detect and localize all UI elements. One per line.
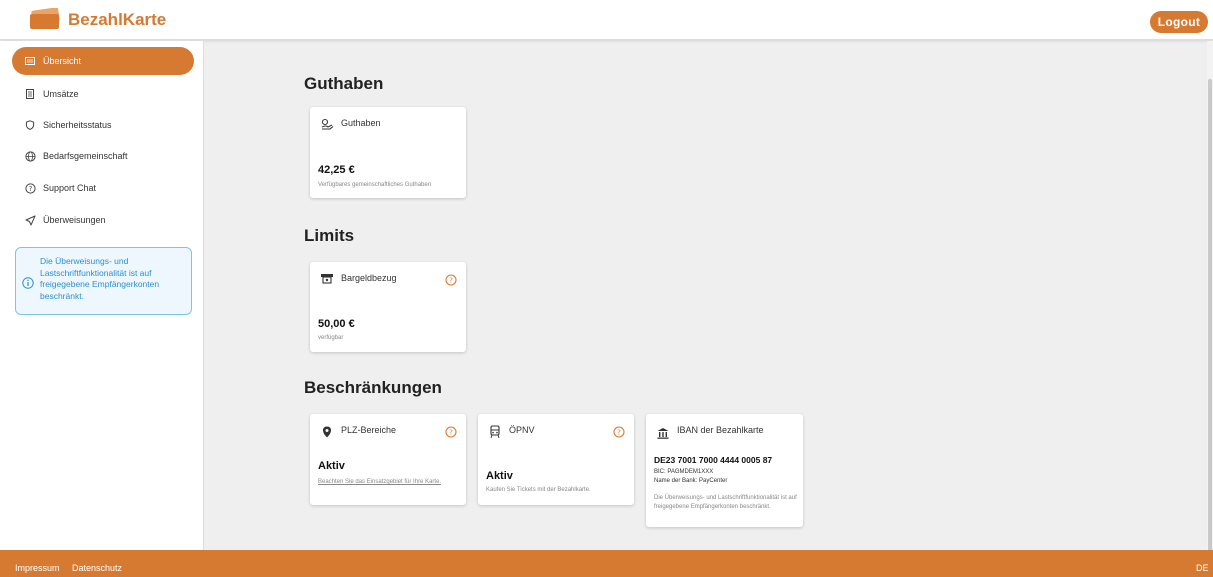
sidebar-item-label: Umsätze [43, 89, 79, 99]
main-scrollbar[interactable] [1207, 41, 1213, 569]
help-icon[interactable]: ? [613, 425, 625, 438]
oepnv-subtitle: Kaufen Sie Tickets mit der Bezahlkarte. [486, 487, 591, 493]
datenschutz-link[interactable]: Datenschutz [72, 563, 122, 573]
card-title: ÖPNV [509, 425, 535, 435]
card-title: Guthaben [341, 118, 381, 128]
sidebar-item-umsaetze[interactable]: Umsätze [12, 80, 194, 108]
balance-amount: 42,25 € [318, 164, 355, 176]
sidebar-item-label: Übersicht [43, 56, 82, 66]
atm-icon [320, 272, 334, 286]
train-icon [488, 425, 502, 439]
plz-card[interactable]: PLZ-Bereiche ? Aktiv Beachten Sie das Ei… [310, 414, 466, 505]
scrollbar-thumb[interactable] [1208, 79, 1212, 569]
sidebar-item-label: Sicherheitsstatus [43, 120, 112, 130]
bank-icon [656, 426, 670, 440]
help-circle-icon: ? [23, 181, 37, 195]
bargeldbezug-card[interactable]: Bargeldbezug ? 50,00 € verfügbar [310, 262, 466, 352]
sidebar-item-label: Überweisungen [43, 215, 106, 225]
list-icon [23, 54, 37, 68]
coin-hand-icon [320, 118, 334, 132]
sidebar-item-label: Bedarfsgemeinschaft [43, 151, 128, 161]
info-alert: Die Überweisungs- und Lastschriftfunktio… [15, 247, 192, 315]
help-icon[interactable]: ? [445, 273, 457, 286]
balance-subtitle: Verfügbares gemeinschaftliches Guthaben [318, 182, 432, 188]
svg-text:?: ? [28, 185, 32, 193]
app-name[interactable]: BezahlKarte [68, 10, 166, 30]
section-title-beschraenkungen: Beschränkungen [304, 378, 442, 397]
svg-text:?: ? [449, 277, 453, 285]
plz-status: Aktiv [318, 460, 345, 472]
plz-link[interactable]: Beachten Sie das Einsatzgebiet für Ihre … [318, 478, 458, 486]
bic-value: BIC: PAGMDEM1XXX [654, 469, 714, 475]
section-title-guthaben: Guthaben [304, 74, 384, 93]
receipt-icon [23, 87, 37, 101]
impressum-link[interactable]: Impressum [15, 563, 60, 573]
sidebar-item-uebersicht[interactable]: Übersicht [12, 47, 194, 75]
location-pin-icon [320, 425, 334, 439]
guthaben-card[interactable]: Guthaben 42,25 € Verfügbares gemeinschaf… [310, 107, 466, 198]
iban-note: Die Überweisungs- und Lastschriftfunktio… [654, 495, 797, 510]
sidebar-item-support-chat[interactable]: ? Support Chat [12, 174, 194, 202]
help-icon[interactable]: ? [445, 425, 457, 438]
info-text: Die Überweisungs- und Lastschriftfunktio… [40, 256, 160, 301]
iban-card[interactable]: IBAN der Bezahlkarte DE23 7001 7000 4444… [646, 414, 803, 527]
bank-name: Name der Bank: PayCenter [654, 478, 728, 484]
limit-subtitle: verfügbar [318, 335, 344, 341]
shield-icon [23, 118, 37, 132]
language-selector[interactable]: DE [1196, 563, 1209, 573]
info-icon [22, 277, 34, 293]
oepnv-card[interactable]: ÖPNV ? Aktiv Kaufen Sie Tickets mit der … [478, 414, 634, 505]
svg-text:?: ? [617, 429, 621, 437]
send-icon [23, 213, 37, 227]
oepnv-status: Aktiv [486, 470, 513, 482]
card-logo-icon [30, 8, 60, 29]
limit-amount: 50,00 € [318, 318, 355, 330]
footer: Impressum Datenschutz DE [0, 550, 1213, 577]
svg-text:?: ? [449, 429, 453, 437]
section-title-limits: Limits [304, 226, 355, 245]
card-title: PLZ-Bereiche [341, 425, 397, 435]
card-title: IBAN der Bezahlkarte [677, 425, 764, 435]
sidebar: Übersicht Umsätze Sicherheitsstatus Beda… [0, 41, 204, 550]
sidebar-item-ueberweisungen[interactable]: Überweisungen [12, 206, 194, 234]
app-header: BezahlKarte Logout [0, 0, 1213, 40]
sidebar-item-label: Support Chat [43, 183, 97, 193]
globe-icon [23, 149, 37, 163]
sidebar-item-sicherheitsstatus[interactable]: Sicherheitsstatus [12, 111, 194, 139]
iban-value[interactable]: DE23 7001 7000 4444 0005 87 [654, 455, 772, 465]
card-title: Bargeldbezug [341, 273, 397, 283]
logout-button[interactable]: Logout [1150, 11, 1208, 33]
sidebar-item-bedarfsgemeinschaft[interactable]: Bedarfsgemeinschaft [12, 142, 194, 170]
